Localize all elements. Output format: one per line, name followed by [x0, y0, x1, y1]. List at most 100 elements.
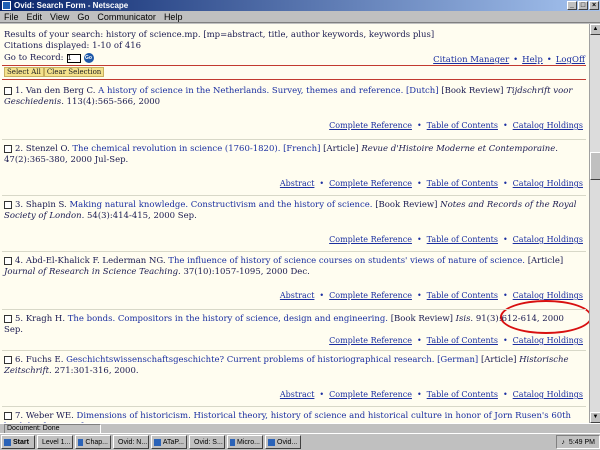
toc-link[interactable]: Table of Contents: [427, 235, 498, 244]
record-checkbox[interactable]: [4, 314, 12, 323]
complete-reference-link[interactable]: Complete Reference: [329, 336, 412, 345]
record-journal: Journal of Research in Science Teaching.: [4, 267, 181, 277]
speaker-icon[interactable]: ♪: [561, 439, 565, 446]
clear-selection-button[interactable]: Clear Selection: [43, 67, 105, 77]
record-title[interactable]: The chemical revolution in science (1760…: [72, 144, 320, 154]
catalog-holdings-link[interactable]: Catalog Holdings: [513, 235, 583, 244]
record-type: [Article]: [480, 355, 517, 365]
complete-reference-link[interactable]: Complete Reference: [329, 179, 412, 188]
catalog-holdings-link[interactable]: Catalog Holdings: [513, 291, 583, 300]
results-summary: Results of your search: history of scien…: [4, 30, 435, 40]
go-button[interactable]: Go: [83, 53, 94, 63]
record-checkbox[interactable]: [4, 86, 12, 95]
scroll-up-arrow-icon[interactable]: ▲: [590, 24, 600, 35]
record-7: 7. Weber WE. Dimensions of historicism. …: [4, 411, 584, 423]
divider: [2, 251, 586, 252]
taskbar-item[interactable]: Chap...: [75, 435, 111, 449]
taskbar-item-active[interactable]: Ovid...: [265, 435, 301, 449]
toc-link[interactable]: Table of Contents: [427, 336, 498, 345]
complete-reference-link[interactable]: Complete Reference: [329, 235, 412, 244]
record-checkbox[interactable]: [4, 144, 12, 153]
logoff-link[interactable]: LogOff: [556, 55, 585, 65]
record-5: 5. Kragh H. The bonds. Compositors in th…: [4, 314, 564, 335]
record-citation: 47(2):365-380, 2000 Jul-Sep.: [4, 155, 129, 165]
goto-label: Go to Record:: [4, 53, 64, 63]
selection-buttons: Select All Clear Selection: [4, 67, 105, 77]
menu-help[interactable]: Help: [164, 11, 183, 22]
record-title[interactable]: A history of science in the Netherlands.…: [98, 86, 438, 96]
app-icon: [268, 438, 275, 446]
taskbar-item[interactable]: Level 1...: [37, 435, 73, 449]
close-button[interactable]: ×: [589, 1, 599, 10]
abstract-link[interactable]: Abstract: [280, 291, 315, 300]
toc-link[interactable]: Table of Contents: [427, 121, 498, 130]
catalog-holdings-link[interactable]: Catalog Holdings: [513, 121, 583, 130]
toc-link[interactable]: Table of Contents: [427, 179, 498, 188]
minimize-button[interactable]: _: [567, 1, 577, 10]
record-checkbox[interactable]: [4, 411, 12, 420]
record-title[interactable]: Geschichtswissenschaftsgeschichte? Curre…: [66, 355, 478, 365]
record-citation: 113(4):565-566, 2000: [66, 97, 161, 107]
record-checkbox[interactable]: [4, 256, 12, 265]
menu-file[interactable]: File: [4, 11, 19, 22]
goto-record-input[interactable]: [66, 53, 81, 63]
page-content: Results of your search: history of scien…: [0, 24, 589, 423]
taskbar-item[interactable]: ATaP...: [151, 435, 187, 449]
record-type: [Book Review]: [441, 86, 504, 96]
app-icon: [230, 438, 236, 446]
record-checkbox[interactable]: [4, 355, 12, 364]
citation-manager-link[interactable]: Citation Manager: [433, 55, 509, 65]
window-controls: _ □ ×: [567, 1, 599, 10]
status-text: Document: Done: [4, 423, 101, 434]
menu-communicator[interactable]: Communicator: [97, 11, 156, 22]
record-checkbox[interactable]: [4, 200, 12, 209]
divider: [2, 350, 586, 351]
abstract-link[interactable]: Abstract: [280, 179, 315, 188]
record-1-links: Complete Reference • Table of Contents • C…: [329, 121, 583, 130]
select-all-button[interactable]: Select All: [4, 67, 44, 77]
menu-edit[interactable]: Edit: [27, 11, 43, 22]
catalog-holdings-link[interactable]: Catalog Holdings: [513, 336, 583, 345]
window-title: Ovid: Search Form - Netscape: [14, 1, 129, 10]
scroll-thumb[interactable]: [590, 152, 600, 180]
toc-link[interactable]: Table of Contents: [427, 291, 498, 300]
record-title[interactable]: The bonds. Compositors in the history of…: [68, 314, 388, 324]
record-title[interactable]: The influence of history of science cour…: [168, 256, 525, 266]
record-6-links: Abstract • Complete Reference • Table of C…: [279, 390, 583, 399]
complete-reference-link[interactable]: Complete Reference: [329, 390, 412, 399]
catalog-holdings-link[interactable]: Catalog Holdings: [513, 390, 583, 399]
taskbar-item[interactable]: Ovid: S...: [189, 435, 225, 449]
record-citation: 271:301-316, 2000.: [54, 366, 139, 376]
scroll-down-arrow-icon[interactable]: ▼: [590, 412, 600, 423]
record-3-links: Complete Reference • Table of Contents • C…: [329, 235, 583, 244]
record-5-links: Complete Reference • Table of Contents • C…: [329, 336, 583, 345]
toc-link[interactable]: Table of Contents: [427, 390, 498, 399]
record-author: Shapin S.: [25, 200, 67, 210]
divider: [2, 139, 586, 140]
complete-reference-link[interactable]: Complete Reference: [329, 291, 412, 300]
maximize-button[interactable]: □: [578, 1, 588, 10]
menu-view[interactable]: View: [50, 11, 69, 22]
record-6: 6. Fuchs E. Geschichtswissenschaftsgesch…: [4, 355, 569, 376]
app-icon: [78, 438, 84, 446]
record-author: Fuchs E.: [25, 355, 64, 365]
taskbar-item[interactable]: Ovid: N...: [113, 435, 149, 449]
browser-window: Ovid: Search Form - Netscape _ □ × File …: [0, 0, 600, 450]
record-2: 2. Stenzel O. The chemical revolution in…: [4, 144, 559, 165]
menu-go[interactable]: Go: [77, 11, 89, 22]
start-button[interactable]: Start: [1, 435, 35, 449]
abstract-link[interactable]: Abstract: [280, 390, 315, 399]
taskbar-item[interactable]: Micro...: [227, 435, 263, 449]
goto-record: Go to Record: Go: [4, 53, 94, 63]
help-link[interactable]: Help: [522, 55, 543, 65]
catalog-holdings-link[interactable]: Catalog Holdings: [513, 179, 583, 188]
vertical-scrollbar[interactable]: ▲ ▼: [589, 24, 600, 423]
citations-count: Citations displayed: 1-10 of 416: [4, 41, 142, 51]
title-bar: Ovid: Search Form - Netscape _ □ ×: [0, 0, 600, 11]
record-title[interactable]: Making natural knowledge. Constructivism…: [69, 200, 372, 210]
divider: [2, 309, 586, 310]
windows-logo-icon: [4, 438, 11, 446]
record-author: Weber WE.: [25, 411, 74, 421]
record-title[interactable]: Dimensions of historicism. Historical th…: [4, 411, 571, 423]
complete-reference-link[interactable]: Complete Reference: [329, 121, 412, 130]
